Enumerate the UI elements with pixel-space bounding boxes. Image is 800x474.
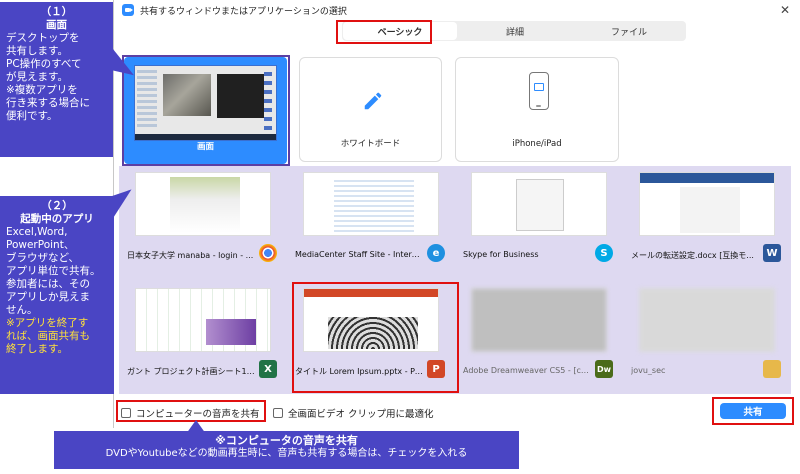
- callout-apps: （２） 起動中のアプリ Excel,Word, PowerPoint、 ブラウザ…: [0, 196, 114, 394]
- app-tile-chrome[interactable]: 日本女子大学 manaba - login - ...: [123, 166, 283, 272]
- callout-line: デスクトップを: [6, 32, 80, 44]
- app-tile-dreamweaver[interactable]: Adobe Dreamweaver CS5 - [cont... Dw: [459, 282, 619, 388]
- optimize-video-checkbox[interactable]: 全画面ビデオ クリップ用に最適化: [273, 406, 434, 420]
- app-label: 日本女子大学 manaba - login - ...: [127, 251, 254, 260]
- app-tile-excel[interactable]: ガント プロジェクト計画シート1 - Ex... X: [123, 282, 283, 388]
- callout-line: せん。: [6, 304, 38, 316]
- basic-tab-highlight: [336, 20, 432, 44]
- app-tile-folder[interactable]: jovu_sec: [627, 282, 787, 388]
- callout-line: ブラウザなど、: [6, 252, 79, 264]
- app-thumbnail: [471, 172, 607, 236]
- callout-line: Excel,Word,: [6, 226, 68, 238]
- callout-line: 共有します。: [6, 45, 68, 57]
- folder-icon: [763, 360, 781, 378]
- ie-icon: e: [427, 244, 445, 262]
- callout-title: （２）: [41, 200, 73, 212]
- whiteboard-label: ホワイトボード: [340, 139, 401, 149]
- pencil-icon: [364, 92, 382, 110]
- callout-line: 便利です。: [6, 110, 58, 122]
- callout-note: れば、画面共有も: [6, 330, 90, 342]
- airplay-icon: [534, 83, 544, 91]
- app-label: jovu_sec: [631, 366, 666, 375]
- callout-line: PC操作のすべて: [6, 58, 82, 70]
- callout-note: ※アプリを終了す: [6, 317, 89, 329]
- callout-line: ※複数アプリを: [6, 84, 78, 96]
- window-title: 共有するウィンドウまたはアプリケーションの選択: [140, 6, 347, 17]
- callout-subtitle: 起動中のアプリ: [20, 213, 94, 225]
- app-thumbnail: [135, 172, 271, 236]
- skype-icon: S: [595, 244, 613, 262]
- app-tile-skype[interactable]: Skype for Business S: [459, 166, 619, 272]
- callout-screen: （１） 画面 デスクトップを 共有します。 PC操作のすべて が見えます。 ※複…: [0, 2, 113, 157]
- callout-line: アプリしか見えま: [6, 291, 90, 303]
- app-thumbnail: [135, 288, 271, 352]
- iphone-label: iPhone/iPad: [512, 139, 562, 149]
- share-button-highlight: [712, 397, 794, 425]
- callout-title: ※コンピュータの音声を共有: [215, 434, 358, 447]
- whiteboard-tile[interactable]: ホワイトボード: [299, 57, 442, 162]
- app-tile-word[interactable]: メールの転送設定.docx [互換モ... W: [627, 166, 787, 272]
- close-icon[interactable]: ✕: [780, 3, 790, 17]
- stage: 共有するウィンドウまたはアプリケーションの選択 ✕ ベーシック 詳細 ファイル …: [0, 0, 800, 474]
- callout-subtitle: 画面: [46, 19, 67, 31]
- iphone-icon: [529, 72, 549, 110]
- callout-title: （１）: [40, 6, 73, 18]
- callout-line: が見えます。: [6, 71, 68, 83]
- callout-line: アプリ単位で共有。: [6, 265, 101, 277]
- powerpoint-tile-highlight: [292, 282, 459, 393]
- iphone-tile[interactable]: iPhone/iPad: [455, 57, 619, 162]
- callout-audio: ※コンピュータの音声を共有 DVDやYoutubeなどの動画再生時に、音声も共有…: [54, 431, 519, 469]
- callout-line: 行き来する場合に: [6, 97, 90, 109]
- app-label: Adobe Dreamweaver CS5 - [cont...: [463, 366, 591, 375]
- word-icon: W: [763, 244, 781, 262]
- app-thumbnail: [639, 288, 775, 352]
- dreamweaver-icon: Dw: [595, 360, 613, 378]
- app-tile-ie[interactable]: MediaCenter Staff Site - Internet ... e: [291, 166, 451, 272]
- tab-advanced[interactable]: 詳細: [458, 21, 572, 41]
- app-label: Skype for Business: [463, 250, 539, 259]
- app-label: MediaCenter Staff Site - Internet ...: [295, 250, 423, 259]
- app-label: ガント プロジェクト計画シート1 - Ex...: [127, 367, 255, 376]
- app-label: メールの転送設定.docx [互換モ...: [631, 251, 754, 260]
- checkbox-box[interactable]: [273, 408, 283, 418]
- callout-note: 終了します。: [6, 343, 68, 355]
- chrome-icon: [259, 244, 277, 262]
- callout-line: 参加者には、その: [6, 278, 90, 290]
- callout-body: DVDやYoutubeなどの動画再生時に、音声も共有する場合は、チェックを入れる: [105, 448, 468, 459]
- audio-checkbox-highlight: [116, 400, 266, 422]
- app-thumbnail: [471, 288, 607, 352]
- screen-tile-highlight: [122, 55, 290, 166]
- excel-icon: X: [259, 360, 277, 378]
- title-bar: 共有するウィンドウまたはアプリケーションの選択 ✕: [114, 0, 800, 20]
- app-thumbnail: [303, 172, 439, 236]
- zoom-logo-icon: [122, 4, 134, 16]
- tab-files[interactable]: ファイル: [572, 21, 686, 41]
- callout-line: PowerPoint、: [6, 239, 75, 251]
- optimize-video-label: 全画面ビデオ クリップ用に最適化: [288, 409, 434, 420]
- app-thumbnail: [639, 172, 775, 236]
